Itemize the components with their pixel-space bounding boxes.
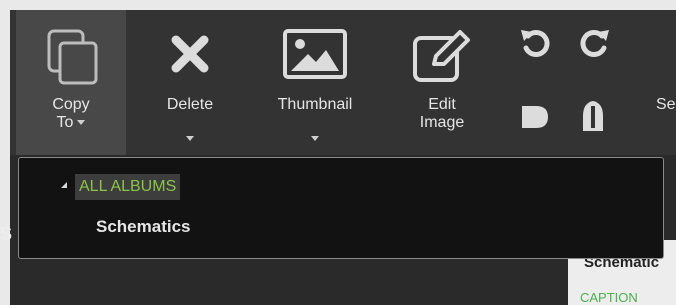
thumbnail-button[interactable]: Thumbnail: [260, 10, 370, 155]
tree-item-all-albums[interactable]: ALL ALBUMS: [75, 174, 181, 200]
edit-image-button[interactable]: Edit Image: [398, 10, 486, 155]
copy-to-button[interactable]: Copy To: [16, 10, 126, 155]
rotate-left-icon[interactable]: [518, 26, 552, 60]
app-window: Copy To Delete Thumbnail Edit Image Se S…: [0, 0, 676, 305]
chevron-down-icon: [186, 136, 194, 141]
close-x-icon: [171, 35, 209, 73]
rotate-right-icon[interactable]: [578, 26, 612, 60]
toolbar: Copy To Delete Thumbnail Edit Image Se: [10, 10, 676, 155]
image-icon: [283, 29, 347, 79]
tag-flip-icon[interactable]: [518, 102, 552, 132]
copy-to-dropdown: ALL ALBUMS Schematics: [18, 157, 664, 259]
delete-button[interactable]: Delete: [140, 10, 240, 155]
edit-image-label: Edit Image: [419, 96, 465, 131]
caption-label: CAPTION: [580, 290, 638, 305]
shape-flip-icon[interactable]: [578, 98, 608, 134]
expand-triangle-icon[interactable]: [61, 182, 67, 188]
next-tool-label[interactable]: Se: [656, 96, 676, 114]
chevron-down-icon: [311, 136, 319, 141]
chevron-down-icon: [77, 120, 86, 126]
top-edge: [0, 0, 676, 10]
edit-image-icon: [413, 30, 470, 82]
background-heading: S: [0, 224, 13, 244]
tree-item-schematics[interactable]: Schematics: [96, 217, 191, 237]
left-edge: [0, 0, 10, 305]
copy-to-label: Copy To: [52, 96, 90, 131]
copy-icon: [47, 29, 98, 85]
